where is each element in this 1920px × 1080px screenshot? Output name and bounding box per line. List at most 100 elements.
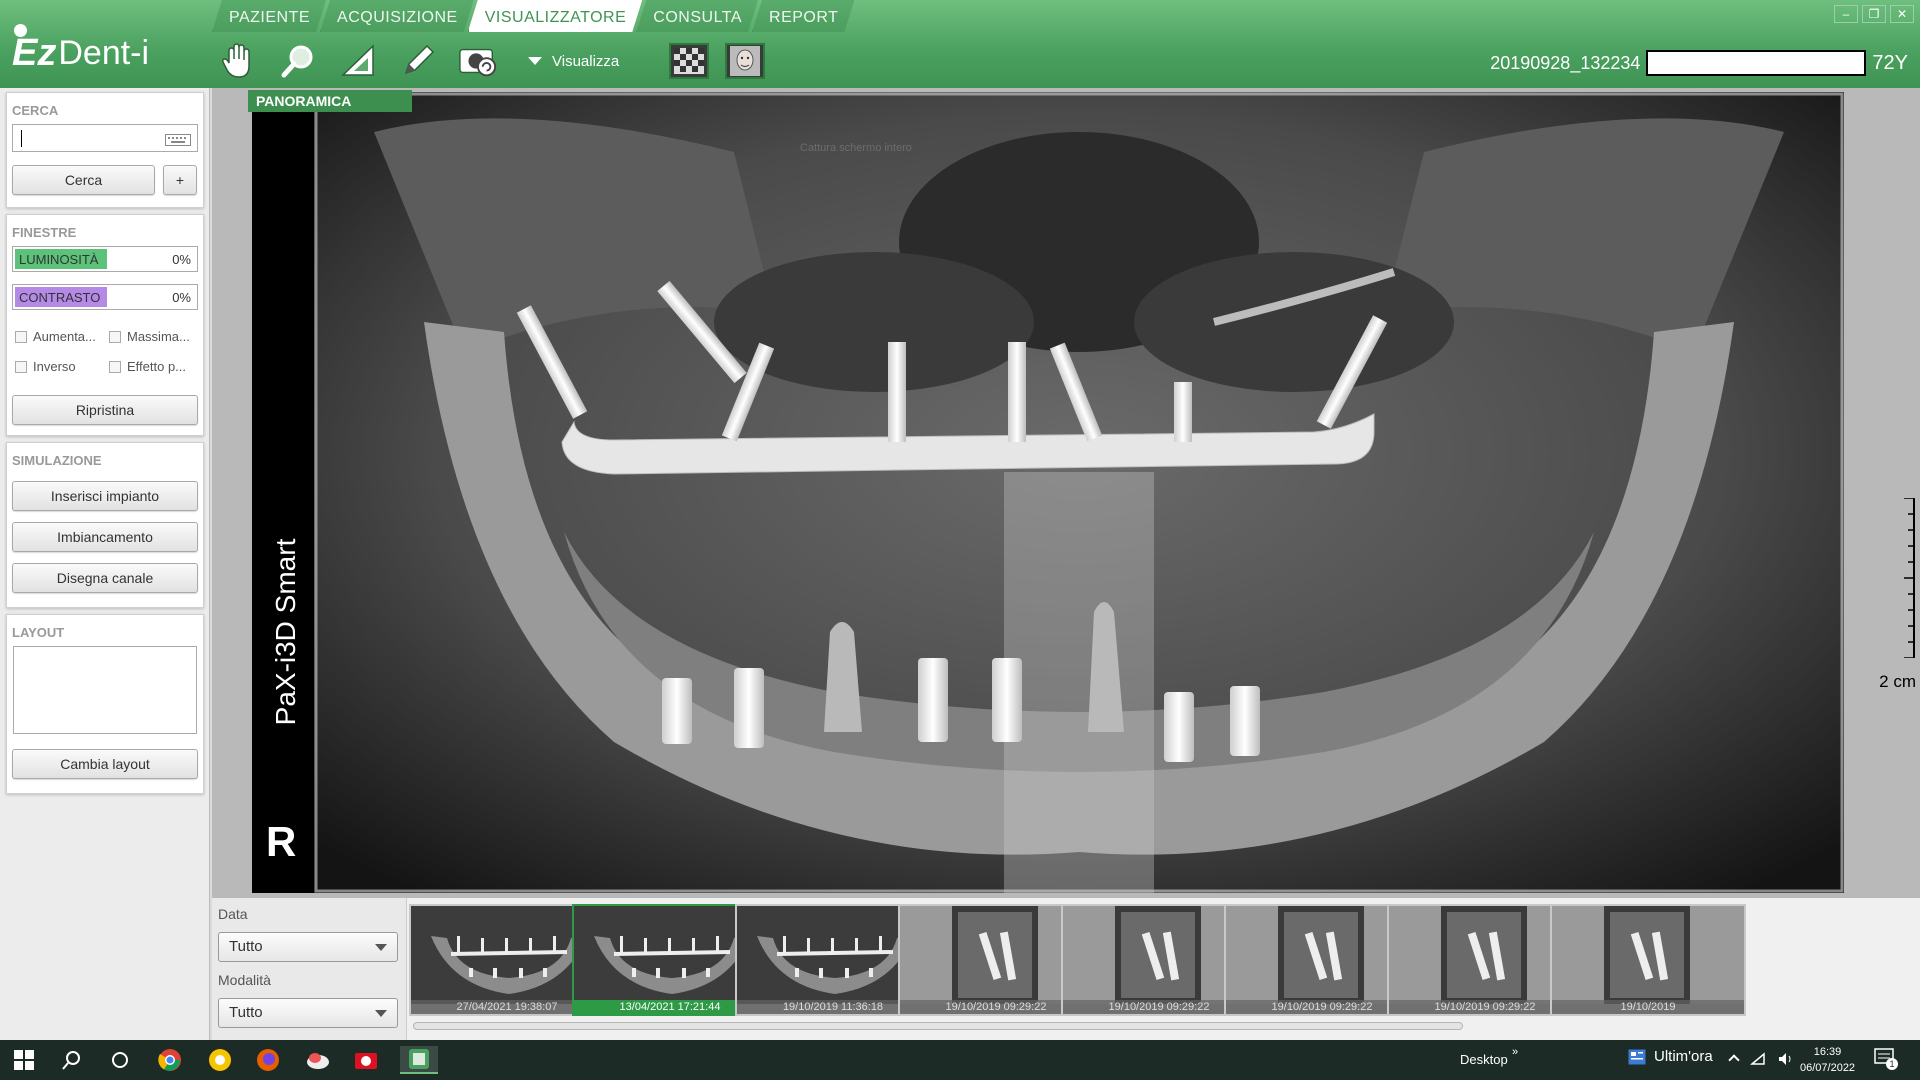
maximize-button[interactable]: ❐ <box>1862 5 1886 23</box>
windows-taskbar: Desktop » Ultim'ora 16:39 06/07/2022 1 <box>0 1040 1920 1080</box>
minimize-button[interactable]: – <box>1834 5 1858 23</box>
logo-dot <box>14 24 27 37</box>
whitening-button[interactable]: Imbiancamento <box>12 522 198 552</box>
network-icon[interactable] <box>1750 1052 1766 1066</box>
task-view-icon[interactable] <box>106 1046 134 1074</box>
chevron-up-icon[interactable] <box>1728 1054 1740 1066</box>
search-input[interactable] <box>12 124 198 152</box>
modality-filter-select[interactable]: Tutto <box>218 998 398 1028</box>
windows-group: FINESTRE LUMINOSITÀ 0% CONTRASTO 0% Aume… <box>6 214 204 436</box>
camera-capture-icon[interactable] <box>458 41 498 81</box>
notification-count: 1 <box>1886 1058 1898 1070</box>
reset-button[interactable]: Ripristina <box>12 395 198 425</box>
patient-age: 72Y <box>1872 51 1908 74</box>
chevron-down-icon <box>375 1010 387 1017</box>
search-group: CERCA Cerca + <box>6 92 204 208</box>
chevron-right-icon[interactable]: » <box>1512 1046 1518 1058</box>
patient-name-redacted <box>1646 50 1867 76</box>
tab-visualizzatore[interactable]: VISUALIZZATORE <box>468 0 643 32</box>
contrast-value: 0% <box>172 290 191 305</box>
app-logo: Ez Dent-i <box>12 22 149 72</box>
scale-label: 2 cm <box>1879 672 1916 691</box>
system-tray <box>1728 1052 1794 1066</box>
chevron-down-icon <box>528 57 542 65</box>
logo-ez: Ez <box>12 32 57 74</box>
thumbnail-item[interactable]: 19/10/2019 <box>1550 904 1746 1016</box>
scale-bar <box>1904 498 1915 658</box>
text-caret <box>21 130 22 147</box>
thumbnail-image <box>1552 906 1744 1004</box>
camera-app-icon[interactable] <box>352 1046 380 1074</box>
checkbox-effetto[interactable]: Effetto p... <box>109 359 199 374</box>
layout-group: LAYOUT Cambia layout <box>6 614 204 794</box>
search-group-title: CERCA <box>12 103 59 118</box>
search-button[interactable]: Cerca <box>12 165 155 195</box>
news-label: Ultim'ora <box>1654 1048 1713 1065</box>
thumbnail-strip: 27/04/2021 19:38:07 13/04/2021 17:21:44 19… <box>406 898 1920 1040</box>
desktop-toolbar-label[interactable]: Desktop <box>1460 1052 1508 1067</box>
tab-report[interactable]: REPORT <box>752 0 854 32</box>
firefox-icon[interactable] <box>254 1046 282 1074</box>
change-layout-button[interactable]: Cambia layout <box>12 749 198 779</box>
checkbox-label: Inverso <box>33 359 76 374</box>
tab-paziente[interactable]: PAZIENTE <box>212 0 326 32</box>
notification-center-icon[interactable]: 1 <box>1874 1048 1898 1070</box>
contrast-label: CONTRASTO <box>19 290 101 305</box>
date-filter-select[interactable]: Tutto <box>218 932 398 962</box>
taskbar-clock[interactable]: 16:39 06/07/2022 <box>1800 1044 1855 1076</box>
image-viewer[interactable]: PaX-i3D Smart R Cattura schermo intero P… <box>212 88 1920 898</box>
face-photo-icon[interactable] <box>725 43 766 79</box>
checkbox-inverso[interactable]: Inverso <box>15 359 103 374</box>
viewer-toolbar: Visualizza <box>218 38 766 84</box>
cloud-app-icon[interactable] <box>304 1046 332 1074</box>
news-widget[interactable]: Ultim'ora <box>1628 1048 1713 1065</box>
main-tabs: PAZIENTE ACQUISIZIONE VISUALIZZATORE CON… <box>212 0 848 32</box>
layout-preview[interactable] <box>13 646 197 734</box>
checkbox-aumenta[interactable]: Aumenta... <box>15 329 103 344</box>
chrome-icon[interactable] <box>156 1046 184 1074</box>
ghost-tooltip: Cattura schermo intero <box>800 142 912 154</box>
keyboard-icon[interactable] <box>165 133 191 149</box>
hand-pan-icon[interactable] <box>218 41 258 81</box>
left-panel: CERCA Cerca + FINESTRE LUMINOSITÀ 0% CON… <box>0 88 210 1040</box>
visualizza-label: Visualizza <box>552 52 620 70</box>
filter-panel: Data Tutto Modalità Tutto <box>212 898 406 1040</box>
news-icon <box>1628 1049 1646 1064</box>
tab-consulta[interactable]: CONSULTA <box>636 0 758 32</box>
search-icon[interactable] <box>58 1046 86 1074</box>
checkbox-box <box>15 360 27 373</box>
horizontal-scrollbar[interactable] <box>413 1022 1463 1030</box>
checkbox-label: Massima... <box>127 329 190 344</box>
clock-date: 06/07/2022 <box>1800 1062 1856 1074</box>
tab-acquisizione[interactable]: ACQUISIZIONE <box>320 0 474 32</box>
close-button[interactable]: ✕ <box>1890 5 1914 23</box>
windows-start-icon[interactable] <box>10 1046 38 1074</box>
volume-icon[interactable] <box>1778 1052 1794 1066</box>
ruler-angle-icon[interactable] <box>338 41 378 81</box>
add-search-button[interactable]: + <box>163 165 197 195</box>
brightness-slider[interactable]: LUMINOSITÀ 0% <box>12 246 198 272</box>
date-filter-label: Data <box>218 906 248 922</box>
modality-filter-value: Tutto <box>229 1004 263 1021</box>
panoramic-xray[interactable]: PaX-i3D Smart R Cattura schermo intero <box>252 92 1844 893</box>
magnifier-icon[interactable] <box>278 41 318 81</box>
insert-implant-button[interactable]: Inserisci impianto <box>12 481 198 511</box>
window-controls: – ❐ ✕ <box>1834 5 1914 23</box>
checkbox-massima[interactable]: Massima... <box>109 329 199 344</box>
visualizza-dropdown[interactable]: Visualizza <box>528 53 619 70</box>
app-header: Ez Dent-i PAZIENTE ACQUISIZIONE VISUALIZ… <box>0 0 1920 88</box>
ezdent-taskbar-icon[interactable] <box>400 1046 438 1074</box>
draw-canal-button[interactable]: Disegna canale <box>12 563 198 593</box>
device-strip: PaX-i3D Smart R <box>252 92 314 893</box>
patient-info: 20190928_132234 72Y <box>1490 50 1908 76</box>
checker-pattern-icon[interactable] <box>669 43 710 79</box>
contrast-slider[interactable]: CONTRASTO 0% <box>12 284 198 310</box>
simulation-group-title: SIMULAZIONE <box>12 453 102 468</box>
layout-group-title: LAYOUT <box>12 625 65 640</box>
yellow-app-icon[interactable] <box>206 1046 234 1074</box>
simulation-group: SIMULAZIONE Inserisci impianto Imbiancam… <box>6 442 204 608</box>
brightness-label: LUMINOSITÀ <box>19 252 99 267</box>
checkbox-box <box>15 330 27 343</box>
pencil-icon[interactable] <box>398 41 438 81</box>
brightness-value: 0% <box>172 252 191 267</box>
